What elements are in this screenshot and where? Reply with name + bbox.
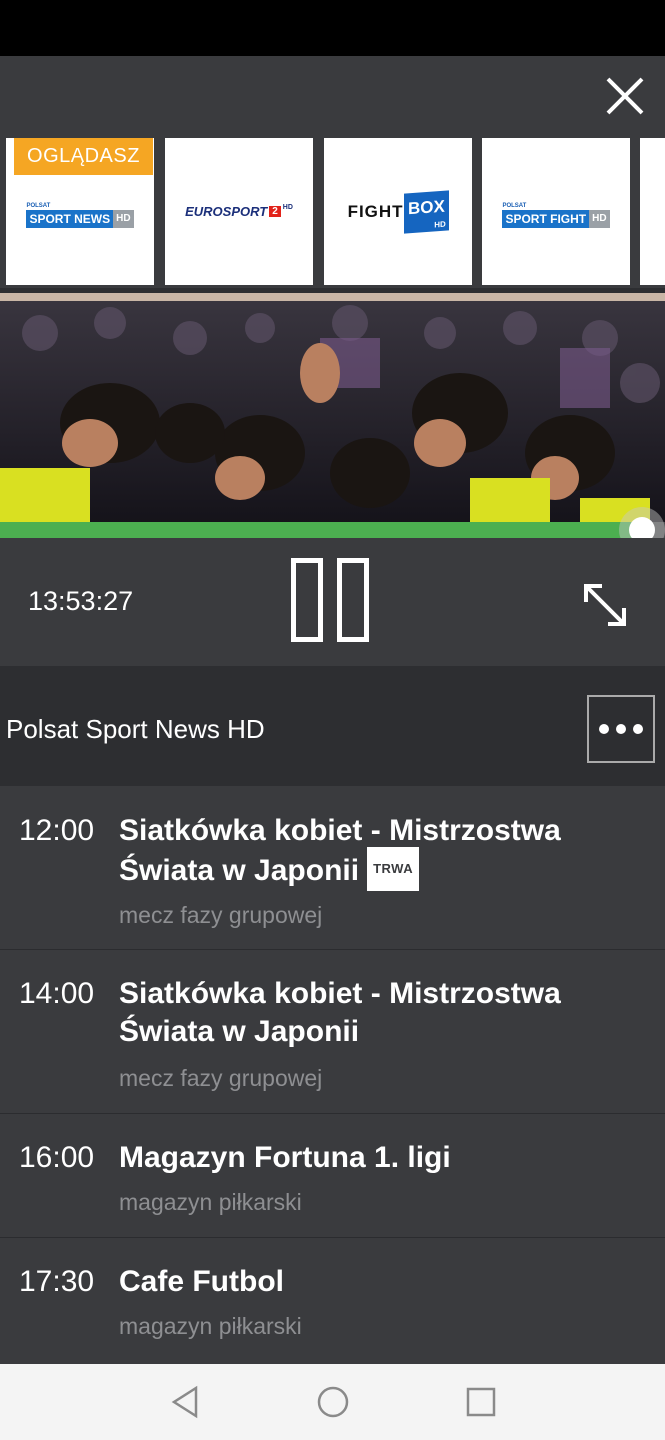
logo-box: BOX HD (403, 189, 449, 234)
logo-top-text: POLSAT (502, 203, 527, 209)
schedule-row[interactable]: 17:30 Cafe Futbol magazyn piłkarski (0, 1238, 665, 1364)
watching-badge: OGLĄDASZ (14, 138, 153, 175)
video-image (0, 293, 665, 523)
channel-card-eurosport-2[interactable]: EUROSPORT 2 HD (165, 138, 313, 285)
channel-strip: POLSAT SPORT NEWS HD OGLĄDASZ EUROSPORT … (0, 138, 665, 288)
channel-card-fightbox[interactable]: FIGHT BOX HD (324, 138, 472, 285)
back-button[interactable] (166, 1384, 206, 1420)
video-frame[interactable] (0, 293, 665, 523)
channel-card-next[interactable] (640, 138, 665, 285)
fullscreen-button[interactable] (578, 578, 632, 632)
schedule-subtitle: magazyn piłkarski (119, 1313, 302, 1339)
channel-card-polsat-sport-fight[interactable]: POLSAT SPORT FIGHT HD (482, 138, 630, 285)
expand-icon (584, 584, 626, 626)
schedule-title: Cafe Futbol (119, 1265, 284, 1298)
pause-icon-bar-right (337, 558, 369, 642)
schedule-title: Siatkówka kobiet - Mistrzostwa Świata w … (119, 977, 561, 1048)
logo-top-text: POLSAT (26, 203, 51, 209)
logo-number-text: 2 (269, 206, 281, 217)
progress-fill (0, 522, 642, 538)
more-icon-dot (633, 724, 643, 734)
schedule-title: Siatkówka kobiet - Mistrzostwa Świata w … (119, 812, 649, 894)
schedule-title-text: Siatkówka kobiet - Mistrzostwa Świata w … (119, 814, 561, 887)
home-button[interactable] (313, 1384, 353, 1420)
current-time: 13:53:27 (28, 586, 134, 616)
logo-main-text: EUROSPORT (185, 204, 268, 219)
schedule-title: Magazyn Fortuna 1. ligi (119, 1141, 451, 1174)
home-icon (317, 1386, 349, 1418)
logo-suffix-text: HD (589, 210, 610, 228)
schedule-time: 12:00 (19, 814, 95, 847)
schedule-subtitle: magazyn piłkarski (119, 1189, 302, 1215)
status-bar (0, 0, 665, 56)
logo-suffix-text: HD (433, 219, 446, 229)
schedule-subtitle: mecz fazy grupowej (119, 1065, 323, 1091)
schedule-time: 16:00 (19, 1141, 95, 1174)
logo-box-text: BOX (407, 196, 445, 218)
more-icon-dot (599, 724, 609, 734)
close-button[interactable] (603, 74, 647, 118)
live-badge: TRWA (367, 847, 420, 891)
logo-suffix-text: HD (113, 210, 134, 228)
more-options-button[interactable] (587, 695, 655, 763)
logo-main-text: SPORT NEWS (26, 210, 114, 228)
channel-logo: POLSAT SPORT FIGHT HD (482, 138, 630, 285)
channel-logo: FIGHT BOX HD (324, 138, 472, 285)
back-icon (171, 1385, 198, 1419)
schedule-subtitle: mecz fazy grupowej (119, 902, 323, 928)
channel-name: Polsat Sport News HD (6, 714, 265, 744)
schedule-time: 14:00 (19, 977, 95, 1010)
player-controls: 13:53:27 (0, 538, 665, 666)
logo-suffix-text: HD (282, 204, 293, 211)
logo-main-text: SPORT FIGHT (502, 210, 590, 228)
more-icon-dot (616, 724, 626, 734)
channel-logo: EUROSPORT 2 HD (165, 138, 313, 285)
system-nav-bar (0, 1364, 665, 1440)
schedule-row[interactable]: 14:00 Siatkówka kobiet - Mistrzostwa Świ… (0, 950, 665, 1114)
pause-icon-bar-left (291, 558, 323, 642)
schedule-row[interactable]: 12:00 Siatkówka kobiet - Mistrzostwa Świ… (0, 786, 665, 950)
schedule-list: 12:00 Siatkówka kobiet - Mistrzostwa Świ… (0, 786, 665, 1364)
schedule-row[interactable]: 16:00 Magazyn Fortuna 1. ligi magazyn pi… (0, 1114, 665, 1238)
close-icon (606, 77, 644, 115)
channel-header: Polsat Sport News HD (0, 666, 665, 786)
player-top-bar (0, 56, 665, 138)
recents-button[interactable] (460, 1384, 500, 1420)
schedule-time: 17:30 (19, 1265, 95, 1298)
logo-main-text: FIGHT (347, 201, 404, 221)
pause-button[interactable] (291, 558, 373, 642)
progress-bar[interactable] (0, 507, 665, 553)
recents-icon (466, 1387, 496, 1417)
